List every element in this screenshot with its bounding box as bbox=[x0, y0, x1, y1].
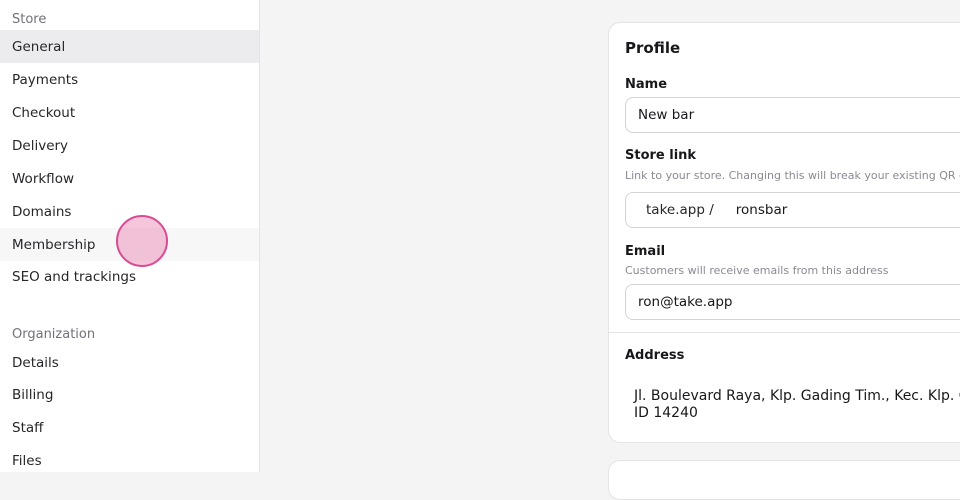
profile-card-title: Profile bbox=[625, 39, 681, 57]
email-help-text: Customers will receive emails from this … bbox=[625, 264, 889, 277]
email-label: Email bbox=[625, 244, 666, 259]
sidebar-item-delivery[interactable]: Delivery bbox=[0, 129, 259, 162]
name-label: Name bbox=[625, 77, 668, 92]
sidebar-item-staff[interactable]: Staff bbox=[0, 411, 259, 444]
store-link-help-text: Link to your store. Changing this will b… bbox=[625, 169, 960, 182]
email-input[interactable]: ron@take.app bbox=[625, 284, 960, 320]
sidebar-item-seo-and-trackings[interactable]: SEO and trackings bbox=[0, 260, 259, 293]
pointer-indicator bbox=[116, 215, 168, 267]
sidebar-item-general[interactable]: General bbox=[0, 30, 259, 63]
sidebar-item-details[interactable]: Details bbox=[0, 346, 259, 379]
address-label: Address bbox=[625, 348, 685, 363]
store-link-input[interactable]: take.app / ronsbar bbox=[625, 192, 960, 228]
next-card bbox=[608, 460, 960, 500]
store-link-slug: ronsbar bbox=[735, 202, 788, 218]
name-input[interactable]: New bar bbox=[625, 97, 960, 133]
card-divider bbox=[609, 332, 960, 333]
store-link-prefix: take.app / bbox=[646, 202, 714, 218]
store-section-heading: Store bbox=[12, 12, 47, 27]
organization-section-heading: Organization bbox=[12, 327, 96, 342]
profile-card: Profile Name New bar Store link Link to … bbox=[608, 22, 960, 443]
sidebar-item-workflow[interactable]: Workflow bbox=[0, 162, 259, 195]
sidebar-item-files[interactable]: Files bbox=[0, 444, 259, 477]
sidebar-item-billing[interactable]: Billing bbox=[0, 378, 259, 411]
store-link-label: Store link bbox=[625, 148, 697, 163]
sidebar-item-payments[interactable]: Payments bbox=[0, 63, 259, 96]
sidebar-item-checkout[interactable]: Checkout bbox=[0, 96, 259, 129]
address-value[interactable]: Jl. Boulevard Raya, Klp. Gading Tim., Ke… bbox=[634, 388, 960, 422]
